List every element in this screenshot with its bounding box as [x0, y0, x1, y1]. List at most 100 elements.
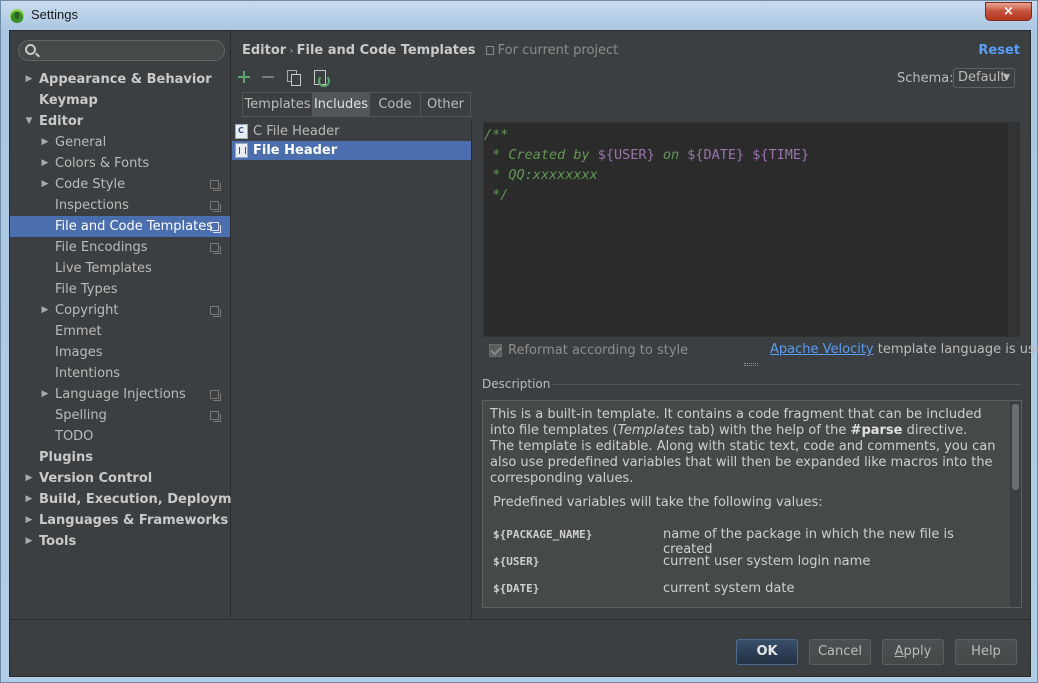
copy-icon[interactable]: [285, 69, 301, 86]
tab-includes[interactable]: Includes: [312, 92, 370, 117]
search-icon: [25, 44, 36, 55]
apache-velocity-link[interactable]: Apache Velocity: [770, 342, 874, 357]
sidebar-item-copyright[interactable]: ▶ Copyright: [10, 300, 230, 321]
sidebar-item-tools[interactable]: ▶ Tools: [10, 531, 230, 552]
collapsed-arrow-icon[interactable]: ▶: [39, 132, 51, 153]
apply-button[interactable]: Apply: [882, 639, 944, 665]
variable-description: current system date: [663, 581, 795, 596]
sidebar-item-build-execution-deployment[interactable]: ▶ Build, Execution, Deployment: [10, 489, 256, 510]
sidebar-item-appearance-behavior[interactable]: ▶ Appearance & Behavior: [10, 69, 230, 90]
sidebar-item-languages-frameworks[interactable]: ▶ Languages & Frameworks: [10, 510, 230, 531]
collapsed-arrow-icon[interactable]: ▶: [23, 468, 35, 489]
collapsed-arrow-icon[interactable]: ▶: [39, 300, 51, 321]
template-item-label: C File Header: [253, 124, 340, 139]
template-editor[interactable]: /** * Created by ${USER} on ${DATE} ${TI…: [483, 122, 1020, 337]
sidebar-item-label: Languages & Frameworks: [39, 513, 229, 528]
sidebar-item-label: Code Style: [55, 177, 126, 192]
window-title: Settings: [31, 7, 78, 22]
sidebar-item-label: File and Code Templates: [55, 219, 213, 234]
description-divider: [553, 384, 1021, 385]
sidebar-item-version-control[interactable]: ▶ Version Control: [10, 468, 230, 489]
sidebar-item-spelling[interactable]: Spelling: [10, 405, 230, 426]
project-scope-icon: [210, 201, 221, 212]
description-text: This is a built-in template. It contains…: [490, 407, 1002, 511]
collapsed-arrow-icon[interactable]: ▶: [23, 69, 35, 90]
variable-name: ${PACKAGE_NAME}: [493, 528, 593, 541]
collapsed-arrow-icon[interactable]: ▶: [23, 531, 35, 552]
sidebar-item-plugins[interactable]: Plugins: [10, 447, 230, 468]
sidebar-item-live-templates[interactable]: Live Templates: [10, 258, 230, 279]
search-input[interactable]: [43, 42, 219, 59]
sidebar-item-file-encodings[interactable]: File Encodings: [10, 237, 230, 258]
sidebar-item-label: Tools: [39, 534, 77, 549]
collapsed-arrow-icon[interactable]: ▶: [39, 153, 51, 174]
code-line: */: [484, 185, 508, 205]
dialog-body: ▶ Appearance & Behavior Keymap ▼ Editor ▶ Gene…: [9, 30, 1038, 677]
comment-text: * QQ:xxxxxxxx: [484, 167, 598, 183]
splitter-handle[interactable]: [744, 363, 758, 366]
sidebar-item-code-style[interactable]: ▶ Code Style: [10, 174, 230, 195]
code-line: /**: [484, 125, 508, 145]
plus-icon[interactable]: [236, 69, 252, 85]
tab-other[interactable]: Other: [420, 92, 471, 117]
sidebar-item-label: Intentions: [55, 366, 121, 381]
editor-scrollbar[interactable]: [1007, 123, 1019, 336]
sidebar-item-label: Inspections: [55, 198, 129, 213]
code-line: * Created by ${USER} on ${DATE} ${TIME}: [484, 145, 809, 165]
project-scope-icon: [210, 411, 221, 422]
close-button[interactable]: ×: [985, 2, 1032, 21]
description-scroll-thumb[interactable]: [1012, 404, 1019, 490]
variable-description: current user system login name: [663, 554, 871, 569]
collapsed-arrow-icon[interactable]: ▶: [39, 174, 51, 195]
sidebar-item-keymap[interactable]: Keymap: [10, 90, 230, 111]
sidebar-item-emmet[interactable]: Emmet: [10, 321, 230, 342]
variable-description: name of the package in which the new fil…: [663, 527, 954, 557]
page-title: File and Code Templates: [296, 43, 476, 58]
code-line: * QQ:xxxxxxxx: [484, 165, 598, 185]
sidebar-item-label: Version Control: [39, 471, 153, 486]
sidebar-item-file-types[interactable]: File Types: [10, 279, 230, 300]
variable-row: ${PACKAGE_NAME} name of the package in w…: [493, 527, 1003, 557]
collapsed-arrow-icon[interactable]: ▶: [23, 489, 35, 510]
reformat-checkbox[interactable]: [489, 344, 502, 357]
sidebar-item-todo[interactable]: TODO: [10, 426, 230, 447]
settings-search[interactable]: [18, 40, 225, 61]
description-panel: This is a built-in template. It contains…: [482, 400, 1022, 608]
template-item-c-file-header[interactable]: C File Header: [232, 122, 471, 141]
schema-dropdown[interactable]: Default ▼: [953, 68, 1015, 88]
description-scrollbar[interactable]: [1010, 401, 1021, 607]
variable-row: ${DATE} current system date: [493, 581, 1003, 602]
velocity-suffix: template language is used: [873, 342, 1038, 357]
collapsed-arrow-icon[interactable]: ▶: [39, 384, 51, 405]
sidebar-item-language-injections[interactable]: ▶ Language Injections: [10, 384, 230, 405]
sidebar-item-intentions[interactable]: Intentions: [10, 363, 230, 384]
sidebar-item-inspections[interactable]: Inspections: [10, 195, 230, 216]
variable-name: ${USER}: [493, 555, 540, 568]
description-paragraph-1: This is a built-in template. It contains…: [490, 407, 982, 438]
reset-file-icon[interactable]: [311, 69, 330, 87]
scope-note-text: For current project: [497, 43, 619, 58]
description-paragraph-2: The template is editable. Along with sta…: [490, 439, 996, 486]
sidebar-item-file-and-code-templates[interactable]: File and Code Templates: [10, 216, 230, 237]
file-header-icon: [235, 143, 248, 158]
ok-button[interactable]: OK: [736, 639, 798, 665]
minus-icon[interactable]: [260, 69, 276, 85]
sidebar-item-images[interactable]: Images: [10, 342, 230, 363]
sidebar-item-colors-fonts[interactable]: ▶ Colors & Fonts: [10, 153, 230, 174]
comment-text: * Created by: [484, 147, 598, 163]
template-item-file-header[interactable]: File Header: [232, 141, 471, 160]
sidebar-item-label: Language Injections: [55, 387, 186, 402]
collapsed-arrow-icon[interactable]: ▶: [23, 510, 35, 531]
project-scope-icon: [210, 243, 221, 254]
sidebar-item-label: Images: [55, 345, 103, 360]
tab-code[interactable]: Code: [369, 92, 421, 117]
reset-link[interactable]: Reset: [978, 43, 1020, 58]
tab-templates[interactable]: Templates: [242, 92, 313, 117]
sidebar-item-editor[interactable]: ▼ Editor: [10, 111, 230, 132]
sidebar-item-general[interactable]: ▶ General: [10, 132, 230, 153]
expanded-arrow-icon[interactable]: ▼: [23, 111, 35, 132]
cancel-button[interactable]: Cancel: [809, 639, 871, 665]
apply-label: pply: [903, 644, 932, 659]
sidebar-item-label: Plugins: [39, 450, 93, 465]
help-button[interactable]: Help: [955, 639, 1017, 665]
